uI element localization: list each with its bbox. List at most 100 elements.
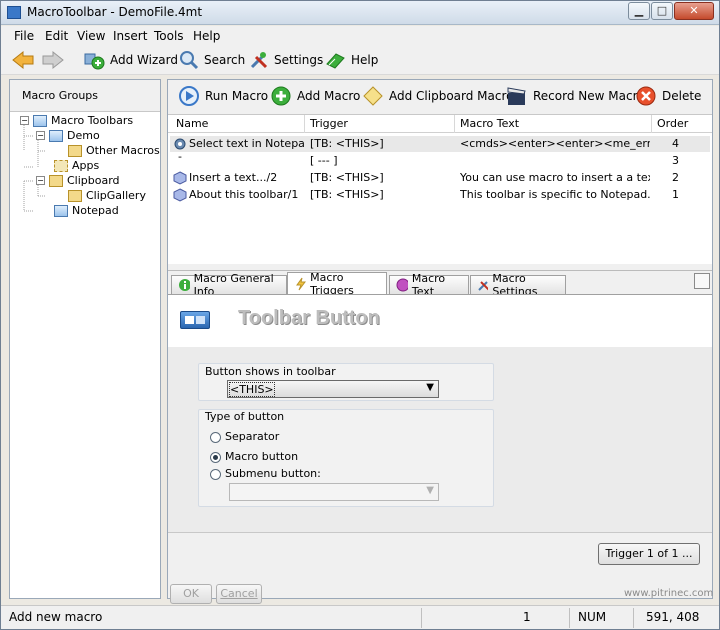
macro-cube-icon <box>173 171 187 185</box>
settings-button[interactable]: Settings <box>249 49 323 71</box>
menu-help[interactable]: Help <box>193 29 220 43</box>
tree-label: Apps <box>72 159 100 172</box>
row-order: 3 <box>672 154 679 167</box>
tree-node-apps[interactable]: Apps <box>54 159 99 172</box>
search-button[interactable]: Search <box>179 49 245 71</box>
delete-button[interactable]: Delete <box>635 85 701 107</box>
restore-pane-icon[interactable] <box>694 273 710 289</box>
apps-folder-icon <box>54 159 68 172</box>
row-trigger: [TB: <THIS>] <box>310 188 384 201</box>
tab-macro-general-info[interactable]: Macro General Info <box>171 272 287 298</box>
tab-macro-triggers[interactable]: Macro Triggers <box>287 271 387 297</box>
panel-heading: Toolbar Button <box>238 307 380 329</box>
macro-list: Name Trigger Macro Text Order Select tex… <box>168 114 712 264</box>
lightning-icon <box>296 277 306 290</box>
row-text: You can use macro to insert a a text lik… <box>460 171 650 184</box>
tree-label: Demo <box>67 129 100 142</box>
tree-node-demo[interactable]: − Demo <box>36 129 100 142</box>
shows-label: Button shows in toolbar <box>205 365 336 378</box>
table-row[interactable]: - [ --- ] 3 <box>170 150 710 169</box>
menu-insert[interactable]: Insert <box>113 29 147 43</box>
row-trigger: [ --- ] <box>310 154 338 167</box>
wizard-plus-icon <box>84 53 105 70</box>
tree-label: Macro Toolbars <box>51 114 134 127</box>
macro-cube-icon <box>173 188 187 202</box>
back-button[interactable] <box>11 49 35 71</box>
row-trigger: [TB: <THIS>] <box>310 137 384 150</box>
menu-file[interactable]: File <box>14 29 34 43</box>
delete-icon <box>636 86 656 106</box>
maximize-button[interactable]: □ <box>651 2 673 20</box>
type-label: Type of button <box>205 410 285 423</box>
table-row[interactable]: Insert a text.../2 [TB: <THIS>] You can … <box>170 170 710 186</box>
macro-button-label: Macro button <box>225 450 299 463</box>
separator-radio[interactable] <box>210 432 221 443</box>
notepad-icon <box>54 204 68 217</box>
add-macro-label: Add Macro <box>297 89 361 103</box>
tree-node-macro-toolbars[interactable]: − Macro Toolbars <box>20 114 133 127</box>
macro-groups-header: Macro Groups <box>10 80 160 112</box>
col-order[interactable]: Order <box>657 117 688 130</box>
tools-icon <box>250 52 268 69</box>
add-wizard-button[interactable]: Add Wizard <box>83 49 178 71</box>
close-button[interactable]: ✕ <box>674 2 714 20</box>
cancel-button[interactable]: Cancel <box>216 584 262 604</box>
submenu-radio[interactable] <box>210 469 221 480</box>
help-button[interactable]: Help <box>324 49 378 71</box>
menu-bar: File Edit View Insert Tools Help <box>1 26 719 45</box>
add-wizard-label: Add Wizard <box>110 53 178 67</box>
toolbar-select[interactable]: <THIS> ▼ <box>227 380 439 398</box>
row-trigger: [TB: <THIS>] <box>310 171 384 184</box>
submenu-select[interactable]: ▼ <box>229 483 439 501</box>
window-title: MacroToolbar - DemoFile.4mt <box>27 5 203 19</box>
main-toolbar: Add Wizard Search Settings Help <box>1 45 719 75</box>
tab-strip: Macro General Info Macro Triggers Macro … <box>168 270 712 298</box>
vendor-url[interactable]: www.pitrinec.com <box>624 588 713 599</box>
add-macro-button[interactable]: Add Macro <box>270 85 360 107</box>
status-coords: 591, 408 <box>646 610 700 624</box>
add-clipboard-macro-button[interactable]: Add Clipboard Macro <box>362 85 514 107</box>
record-new-macro-button[interactable]: Record New Macro <box>506 85 645 107</box>
submenu-label: Submenu button: <box>225 467 321 480</box>
tree-node-clipgallery[interactable]: ClipGallery <box>68 189 146 202</box>
search-icon <box>180 51 199 70</box>
col-name[interactable]: Name <box>176 117 208 130</box>
clipboard-icon <box>49 174 63 187</box>
run-macro-button[interactable]: Run Macro <box>178 85 268 107</box>
separator-label: Separator <box>225 430 280 443</box>
collapse-icon[interactable]: − <box>36 131 45 140</box>
main-window: MacroToolbar - DemoFile.4mt ▁ □ ✕ File E… <box>0 0 720 630</box>
title-bar[interactable]: MacroToolbar - DemoFile.4mt ▁ □ ✕ <box>1 1 719 25</box>
collapse-icon[interactable]: − <box>20 116 29 125</box>
table-row[interactable]: About this toolbar/1 [TB: <THIS>] This t… <box>170 187 710 203</box>
col-macro-text[interactable]: Macro Text <box>460 117 519 130</box>
run-macro-label: Run Macro <box>205 89 269 103</box>
trigger-nav-button[interactable]: Trigger 1 of 1 ... <box>598 543 700 565</box>
row-name: - <box>178 150 182 163</box>
tree-node-notepad[interactable]: Notepad <box>54 204 119 217</box>
tab-macro-text[interactable]: Macro Text <box>389 272 469 298</box>
row-order: 2 <box>672 171 679 184</box>
row-text: This toolbar is specific to Notepad. It … <box>460 188 650 201</box>
toolbar-folder-icon <box>49 129 63 142</box>
macro-toolbar: Run Macro Add Macro Add Clipboard Macro … <box>168 80 712 114</box>
collapse-icon[interactable]: − <box>36 176 45 185</box>
tree-node-other-macros[interactable]: Other Macros <box>68 144 160 157</box>
menu-tools[interactable]: Tools <box>154 29 184 43</box>
forward-button[interactable] <box>41 49 65 71</box>
minimize-button[interactable]: ▁ <box>628 2 650 20</box>
arrow-right-icon <box>42 50 64 70</box>
add-icon <box>271 86 291 106</box>
menu-view[interactable]: View <box>77 29 105 43</box>
col-trigger[interactable]: Trigger <box>310 117 348 130</box>
menu-edit[interactable]: Edit <box>45 29 68 43</box>
tree-label: Clipboard <box>67 174 120 187</box>
chevron-down-icon: ▼ <box>426 485 434 496</box>
toolbar-button-icon <box>180 311 210 329</box>
tab-macro-settings[interactable]: Macro Settings <box>470 272 566 298</box>
macro-button-radio[interactable] <box>210 452 221 463</box>
tree-node-clipboard[interactable]: − Clipboard <box>36 174 120 187</box>
search-label: Search <box>204 53 246 67</box>
tree-label: Other Macros <box>86 144 160 157</box>
ok-button[interactable]: OK <box>170 584 212 604</box>
